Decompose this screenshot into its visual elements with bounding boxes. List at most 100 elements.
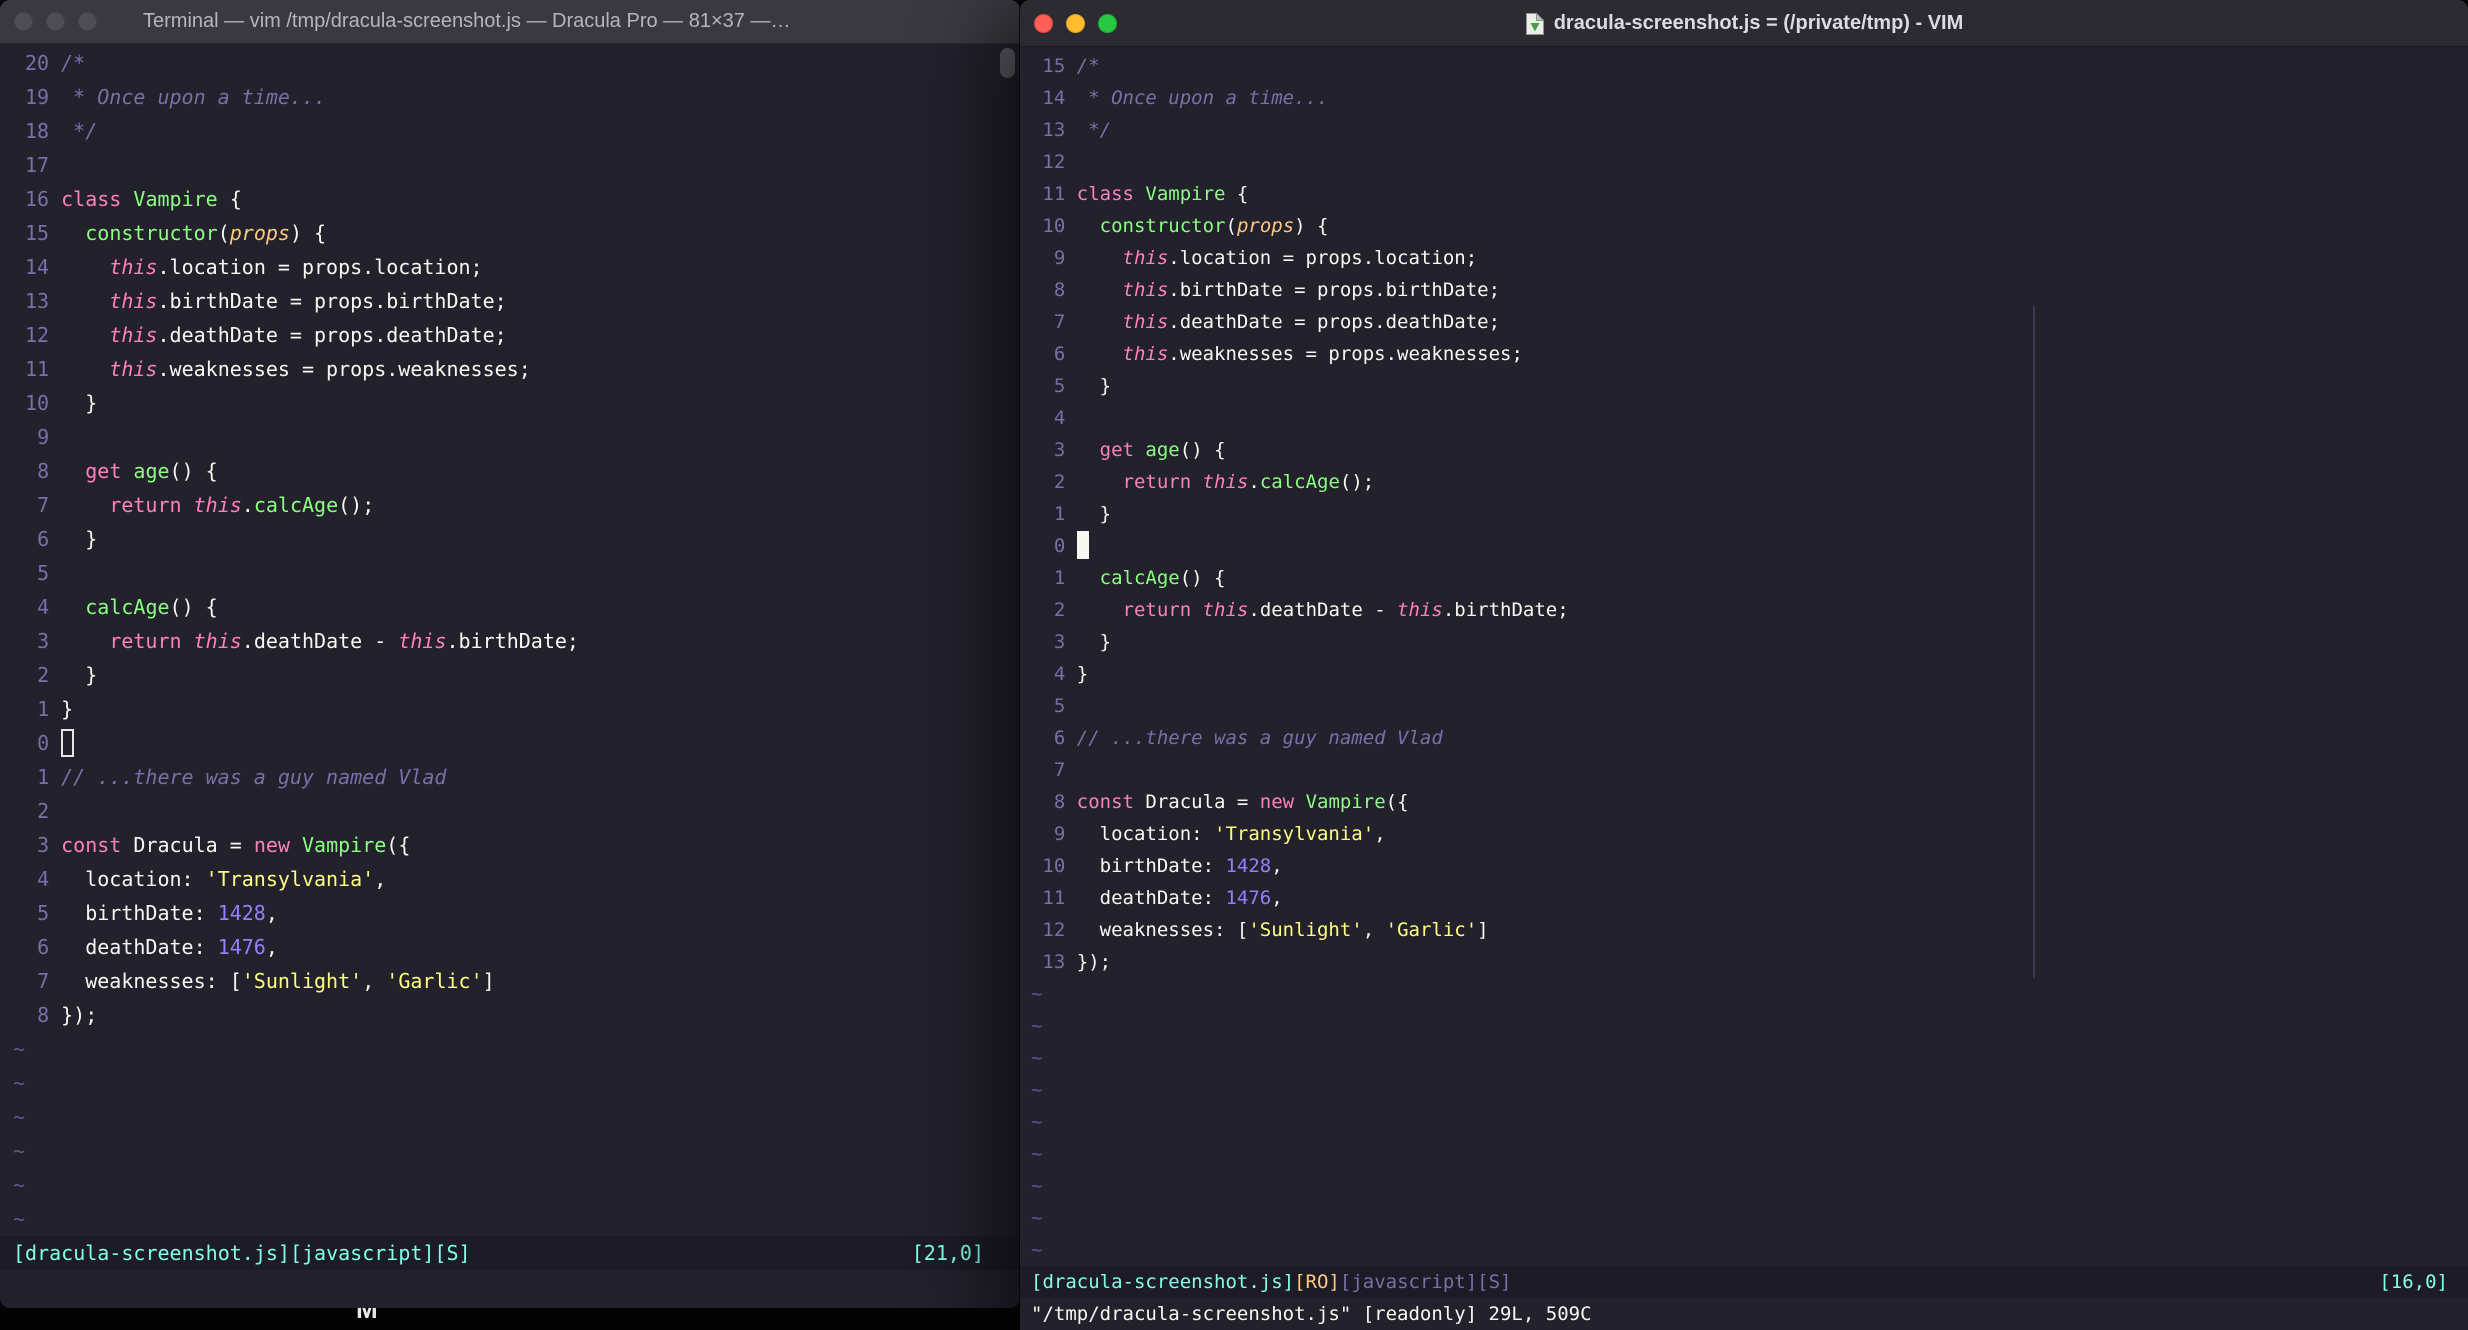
code-line[interactable]: 13 this.birthDate = props.birthDate; (0, 284, 1020, 318)
code-token: 1476 (1225, 887, 1272, 909)
code-line[interactable]: 3 get age() { (1020, 434, 2468, 466)
code-line[interactable]: 9 (0, 420, 1020, 454)
code-line[interactable]: 18 */ (0, 114, 1020, 148)
code-token: }); (61, 1003, 98, 1027)
code-line[interactable]: 5 birthDate: 1428, (0, 896, 1020, 930)
scrollbar-thumb[interactable] (1000, 48, 1015, 78)
code-line[interactable]: 11 deathDate: 1476, (1020, 882, 2468, 914)
code-line[interactable]: 5 } (1020, 370, 2468, 402)
code-line[interactable]: 8 const Dracula = new Vampire({ (1020, 786, 2468, 818)
window-title: Terminal — vim /tmp/dracula-screenshot.j… (143, 10, 791, 32)
code-token: props (229, 221, 290, 245)
code-line[interactable]: 8 this.birthDate = props.birthDate; (1020, 274, 2468, 306)
code-line[interactable]: 10 } (0, 386, 1020, 420)
code-line[interactable]: 19 * Once upon a time... (0, 80, 1020, 114)
code-line[interactable]: 13}); (1020, 946, 2468, 978)
code-text: /* (1077, 55, 1100, 77)
code-line[interactable]: 1 // ...there was a guy named Vlad (0, 760, 1020, 794)
code-line[interactable]: 9 location: 'Transylvania', (1020, 818, 2468, 850)
code-token: } (1076, 375, 1112, 397)
code-line[interactable]: 16 class Vampire { (0, 182, 1020, 216)
empty-line: ~ (1020, 1234, 2468, 1266)
code-line[interactable]: 0 (0, 726, 1020, 760)
code-token: } (1076, 631, 1112, 653)
code-token: () { (1179, 439, 1226, 461)
minimize-button[interactable] (46, 12, 65, 31)
code-line[interactable]: 1 calcAge() { (1020, 562, 2468, 594)
tilde-marker: ~ (1031, 1207, 1043, 1229)
code-line[interactable]: 3 return this.deathDate - this.birthDate… (0, 624, 1020, 658)
code-token: calcAge (85, 595, 170, 619)
code-token: 'Sunlight' (241, 969, 363, 993)
code-line[interactable]: 20 /* (0, 46, 1020, 80)
code-line[interactable]: 8}); (0, 998, 1020, 1032)
code-line[interactable]: 15 /* (1020, 50, 2468, 82)
code-line[interactable]: 17 (0, 148, 1020, 182)
code-line[interactable]: 12 weaknesses: ['Sunlight', 'Garlic'] (1020, 914, 2468, 946)
code-token: * Once upon a time... (61, 85, 327, 109)
code-line[interactable]: 0 (1020, 530, 2468, 562)
code-line[interactable]: 4 calcAge() { (0, 590, 1020, 624)
code-line[interactable]: 6 // ...there was a guy named Vlad (1020, 722, 2468, 754)
code-line[interactable]: 6 deathDate: 1476, (0, 930, 1020, 964)
code-line[interactable]: 13 */ (1020, 114, 2468, 146)
code-line[interactable]: 2 (0, 794, 1020, 828)
code-line[interactable]: 5 (0, 556, 1020, 590)
terminal-titlebar[interactable]: Terminal — vim /tmp/dracula-screenshot.j… (0, 0, 1020, 44)
code-line[interactable]: 3 const Dracula = new Vampire({ (0, 828, 1020, 862)
code-line[interactable]: 14 this.location = props.location; (0, 250, 1020, 284)
vim-buffer[interactable]: 15 /* 14 * Once upon a time... 13 */ 12 11 cla… (1020, 50, 2468, 1266)
code-text: } (61, 663, 97, 687)
code-token: .birthDate; (446, 629, 579, 653)
code-text: return this.deathDate - this.birthDate; (61, 629, 579, 653)
code-token: } (61, 663, 98, 687)
line-number: 1 (37, 765, 50, 789)
code-line[interactable]: 6 } (0, 522, 1020, 556)
code-line[interactable]: 3 } (1020, 626, 2468, 658)
code-token: location: (1076, 823, 1215, 845)
code-line[interactable]: 10 birthDate: 1428, (1020, 850, 2468, 882)
code-line[interactable]: 8 get age() { (0, 454, 1020, 488)
zoom-button[interactable] (78, 12, 97, 31)
code-line[interactable]: 1} (0, 692, 1020, 726)
code-line[interactable]: 2 } (0, 658, 1020, 692)
code-line[interactable]: 12 this.deathDate = props.deathDate; (0, 318, 1020, 352)
statusline-file-info: [dracula-screenshot.js][javascript][S] (13, 1241, 471, 1265)
code-line[interactable]: 2 return this.calcAge(); (1020, 466, 2468, 498)
code-line[interactable]: 11 this.weaknesses = props.weaknesses; (0, 352, 1020, 386)
code-line[interactable]: 7 this.deathDate = props.deathDate; (1020, 306, 2468, 338)
code-text: } (61, 391, 97, 415)
code-line[interactable]: 4 location: 'Transylvania', (0, 862, 1020, 896)
code-token: .location = props.location; (157, 255, 483, 279)
line-number: 20 (25, 51, 50, 75)
code-text: constructor(props) { (61, 221, 326, 245)
line-number: 15 (1042, 55, 1066, 77)
code-line[interactable]: 4 (1020, 402, 2468, 434)
code-line[interactable]: 7 weaknesses: ['Sunlight', 'Garlic'] (0, 964, 1020, 998)
code-line[interactable]: 7 return this.calcAge(); (0, 488, 1020, 522)
code-line[interactable]: 5 (1020, 690, 2468, 722)
line-number: 12 (1042, 151, 1066, 173)
code-line[interactable]: 15 constructor(props) { (0, 216, 1020, 250)
line-number: 14 (25, 255, 50, 279)
code-text: } (1077, 503, 1111, 525)
code-token: 'Transylvania' (1214, 823, 1375, 845)
code-token: return (109, 629, 182, 653)
code-line[interactable]: 6 this.weaknesses = props.weaknesses; (1020, 338, 2468, 370)
code-line[interactable]: 1 } (1020, 498, 2468, 530)
code-line[interactable]: 7 (1020, 754, 2468, 786)
code-line[interactable]: 2 return this.deathDate - this.birthDate… (1020, 594, 2468, 626)
code-line[interactable]: 12 (1020, 146, 2468, 178)
close-button[interactable] (14, 12, 33, 31)
code-line[interactable]: 4} (1020, 658, 2468, 690)
code-line[interactable]: 10 constructor(props) { (1020, 210, 2468, 242)
code-text: get age() { (1077, 439, 1226, 461)
code-line[interactable]: 9 this.location = props.location; (1020, 242, 2468, 274)
code-line[interactable]: 14 * Once upon a time... (1020, 82, 2468, 114)
vim-buffer[interactable]: 20/* 19 * Once upon a time... 18 */17 16 cla… (0, 46, 1020, 1236)
code-line[interactable]: 11 class Vampire { (1020, 178, 2468, 210)
